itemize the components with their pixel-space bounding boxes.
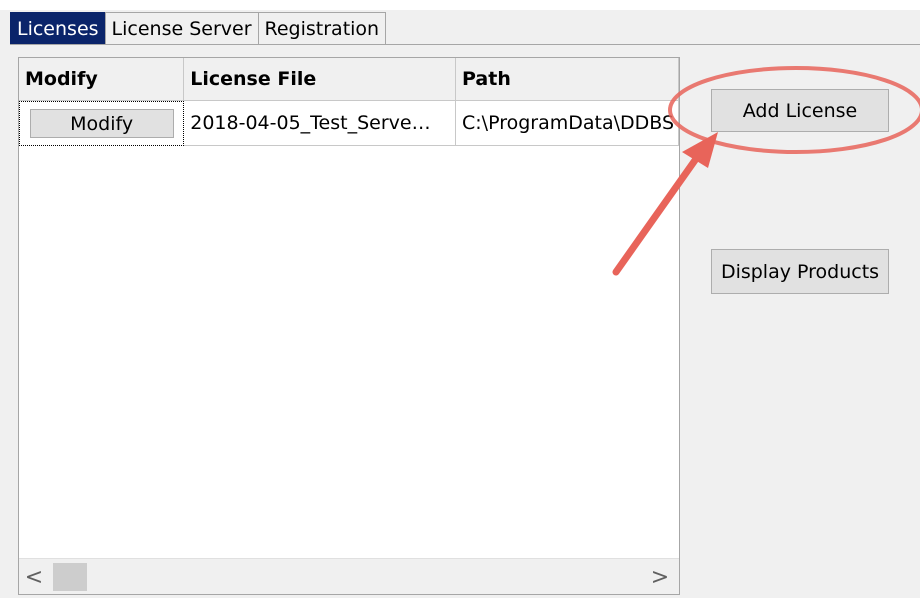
tab-divider (10, 44, 920, 45)
license-file-cell[interactable]: 2018-04-05_Test_Serve… (184, 101, 456, 146)
license-grid: Modify License File Path Modify 2018-04-… (18, 57, 680, 595)
tab-bar: Licenses License Server Registration (10, 12, 387, 45)
tab-license-server[interactable]: License Server (104, 12, 259, 45)
grid-header: Modify License File Path (19, 58, 679, 101)
scroll-left-icon[interactable]: < (19, 559, 49, 594)
tab-registration[interactable]: Registration (257, 12, 387, 45)
arrow-head-icon (682, 132, 718, 168)
add-license-button[interactable]: Add License (711, 89, 889, 132)
tab-licenses[interactable]: Licenses (10, 12, 106, 45)
column-header-modify[interactable]: Modify (19, 58, 185, 101)
scrollbar-thumb[interactable] (53, 563, 87, 591)
top-strip (0, 0, 920, 10)
column-header-path[interactable]: Path (456, 58, 679, 101)
modify-button[interactable]: Modify (29, 109, 174, 138)
modify-cell: Modify (19, 101, 185, 146)
license-manager-window: Licenses License Server Registration Mod… (0, 0, 920, 598)
scroll-right-icon[interactable]: > (645, 559, 675, 594)
table-row[interactable]: Modify 2018-04-05_Test_Serve… C:\Program… (19, 101, 679, 146)
display-products-button[interactable]: Display Products (711, 249, 889, 294)
horizontal-scrollbar[interactable]: < > (19, 558, 679, 594)
column-header-license-file[interactable]: License File (184, 58, 456, 101)
path-cell[interactable]: C:\ProgramData\DDBS (456, 101, 679, 146)
